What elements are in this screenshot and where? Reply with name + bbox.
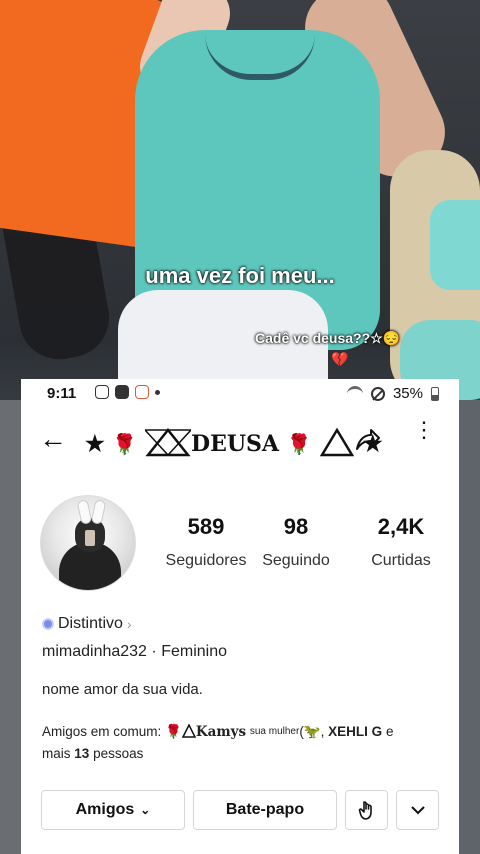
mutual-friends[interactable]: Amigos em comum: 🌹 Kamys sua mulher(🦖, XE…	[42, 721, 442, 765]
chevron-down-icon	[410, 806, 425, 815]
video-caption-small: Cadê vc deusa??☆😔	[255, 330, 401, 346]
friends-button[interactable]: Amigos ⌄	[41, 790, 185, 830]
mutual-text: pessoas	[93, 746, 144, 761]
contacts-icon	[115, 385, 129, 399]
mutual-friend-tag: sua mulher	[249, 726, 300, 737]
gender: Feminino	[161, 643, 227, 660]
stat-followers[interactable]: 589 Seguidores	[156, 514, 256, 570]
triangle-symbol-icon	[143, 427, 193, 457]
username-line: mimadinha232 · Feminino	[42, 643, 227, 661]
wave-button[interactable]	[345, 790, 388, 830]
stat-likes: 2,4K Curtidas	[356, 514, 446, 570]
rose-icon: 🌹	[165, 724, 182, 739]
rose-icon: 🌹	[112, 432, 138, 456]
stat-value: 589	[187, 514, 225, 539]
stat-following[interactable]: 98 Seguindo	[256, 514, 336, 570]
mutual-text: mais	[42, 746, 71, 761]
stat-label: Seguindo	[262, 552, 330, 569]
status-time: 9:11	[47, 385, 77, 402]
title-star: ★	[85, 431, 105, 457]
mutual-text: e	[385, 724, 394, 739]
title-name: DEUSA	[190, 431, 279, 457]
rose-icon: 🌹	[286, 432, 312, 456]
profile-bio: nome amor da sua vida.	[42, 681, 203, 698]
friends-button-label: Amigos	[75, 801, 135, 818]
wave-hand-icon	[358, 801, 372, 820]
battery-icon	[431, 386, 439, 401]
badge-icon	[42, 618, 54, 630]
broken-heart-icon: 💔	[331, 351, 349, 367]
chevron-right-icon: ›	[126, 616, 132, 632]
status-bar: 9:11 35%	[21, 379, 459, 407]
video-caption: uma vez foi meu...	[145, 263, 335, 288]
status-notification-icons	[95, 385, 160, 399]
dinosaur-icon: 🦖	[303, 724, 321, 739]
chat-button[interactable]: Bate-papo	[193, 790, 337, 830]
profile-screenshot: 9:11 35% ← ★ 🌹 DEUSA 🌹 ★ ⋮ 589 Seguidore…	[21, 379, 459, 854]
do-not-disturb-icon	[370, 386, 385, 401]
video-edge	[458, 400, 480, 854]
mutual-count: 13	[74, 746, 90, 761]
separator-dot: ·	[151, 643, 162, 660]
triangle-symbol-icon	[181, 723, 197, 738]
profile-badge[interactable]: Distintivo ›	[42, 615, 132, 633]
avatar-phone	[85, 530, 95, 546]
battery-percent: 35%	[392, 385, 423, 402]
more-vertical-icon[interactable]: ⋮	[413, 419, 435, 441]
app-notification-icon	[135, 385, 149, 399]
profile-stats: 589 Seguidores 98 Seguindo 2,4K Curtidas	[156, 514, 446, 584]
more-notifications-dot-icon	[155, 389, 160, 395]
avatar[interactable]	[40, 495, 136, 591]
profile-display-name: ★ 🌹 DEUSA 🌹 ★	[85, 427, 383, 457]
bunny-ear	[90, 499, 107, 525]
share-icon[interactable]	[351, 423, 383, 455]
instagram-icon	[95, 385, 109, 399]
mutual-prefix: Amigos em comum:	[42, 724, 162, 739]
wifi-icon	[346, 386, 363, 401]
status-system-icons: 35%	[346, 385, 439, 402]
more-options-button[interactable]	[396, 790, 439, 830]
mutual-friend-name: XEHLI G	[328, 724, 383, 739]
username: mimadinha232	[42, 643, 147, 660]
profile-header: ← ★ 🌹 DEUSA 🌹 ★ ⋮	[21, 419, 459, 459]
stat-label: Seguidores	[165, 552, 247, 569]
back-arrow-icon[interactable]: ←	[39, 425, 67, 453]
stat-value: 2,4K	[377, 514, 425, 539]
stat-label: Curtidas	[371, 552, 431, 569]
paren-symbol: ,	[320, 724, 325, 739]
triangle-icon	[320, 427, 355, 457]
chat-button-label: Bate-papo	[225, 801, 305, 818]
stat-value: 98	[283, 514, 309, 539]
badge-label: Distintivo	[58, 615, 123, 632]
mutual-friend-name: Kamys	[195, 724, 247, 740]
chevron-down-icon: ⌄	[140, 803, 151, 817]
